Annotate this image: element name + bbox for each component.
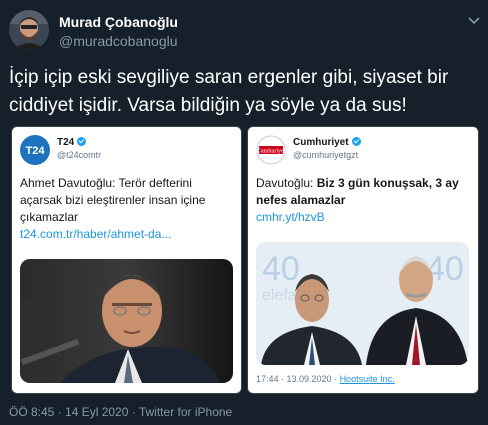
svg-text:T24: T24	[26, 145, 46, 157]
card-photo[interactable]: 40 40 elefan	[256, 242, 469, 365]
card-text: Davutoğlu: Biz 3 gün konuşsak, 3 ay nefe…	[256, 176, 459, 224]
card-account-name[interactable]: T24	[57, 137, 87, 148]
card-account-handle[interactable]: @cumhuriyetgzt	[293, 150, 358, 160]
card-timestamp: 17:44 · 13.09.2020 · Hootsuite Inc.	[256, 374, 395, 384]
card-text: Ahmet Davutoğlu: Terör defterini açarsak…	[20, 176, 206, 241]
card-account-name[interactable]: Cumhuriyet	[293, 137, 361, 148]
author-display-name[interactable]: Murad Çobanoğlu	[59, 14, 178, 30]
card-account-handle[interactable]: @t24comtr	[57, 150, 101, 160]
svg-text:Cumhuriyet: Cumhuriyet	[257, 149, 286, 155]
tweet-timestamp[interactable]: ÖÖ 8:45 · 14 Eyl 2020 · Twitter for iPho…	[9, 405, 232, 419]
card-link[interactable]: t24.com.tr/haber/ahmet-da...	[20, 227, 171, 241]
card-link[interactable]: cmhr.yt/hzvB	[256, 210, 325, 224]
quoted-card-t24[interactable]: T24 T24 @t24comtr Ahmet Davutoğlu: Terör…	[11, 126, 242, 394]
cumhuriyet-logo-icon: Cumhuriyet	[256, 135, 286, 165]
card-photo[interactable]	[20, 259, 233, 383]
tweet-text: İçip içip eski sevgiliye saran ergenler …	[9, 67, 449, 116]
verified-icon	[77, 137, 87, 146]
quoted-card-cumhuriyet[interactable]: Cumhuriyet Cumhuriyet @cumhuriyetgzt Dav…	[247, 126, 479, 394]
author-avatar[interactable]	[9, 10, 49, 50]
verified-icon	[351, 137, 361, 146]
t24-logo-icon: T24	[20, 135, 50, 165]
tweet: Murad Çobanoğlu @muradcobanoglu İçip içi…	[0, 0, 488, 425]
svg-text:40: 40	[262, 250, 300, 288]
chevron-down-icon[interactable]	[467, 15, 481, 25]
author-handle[interactable]: @muradcobanoglu	[59, 33, 178, 49]
card-source-link[interactable]: Hootsuite Inc.	[340, 374, 395, 384]
